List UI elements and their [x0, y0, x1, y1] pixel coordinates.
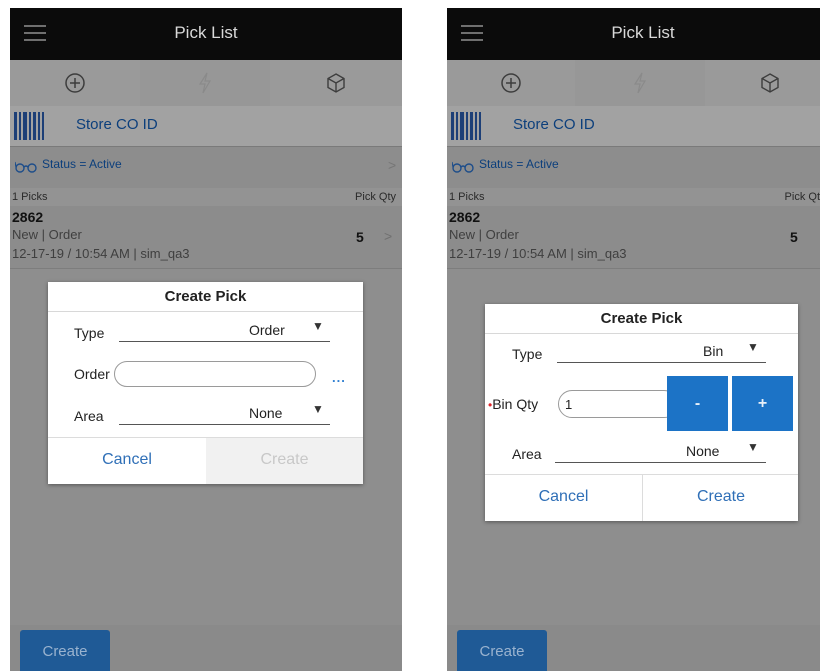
area-value: None — [249, 405, 283, 421]
bin-qty-input[interactable] — [558, 390, 678, 418]
list-header: 1 Picks Pick Qty — [10, 188, 402, 206]
action-toolbar — [10, 60, 402, 106]
area-label: Area — [74, 408, 104, 424]
area-value: None — [686, 443, 720, 459]
type-value: Bin — [703, 343, 724, 359]
create-pick-button[interactable]: Create — [457, 630, 547, 671]
more-options-icon[interactable]: ... — [332, 370, 346, 385]
increment-button[interactable]: + — [732, 376, 793, 431]
app-header: Pick List — [447, 8, 820, 60]
type-select[interactable]: Bin ▼ — [557, 340, 766, 363]
order-input[interactable] — [114, 361, 316, 387]
chevron-right-icon: > — [384, 228, 393, 244]
action-toolbar — [447, 60, 820, 106]
lightning-icon[interactable] — [140, 60, 270, 106]
glasses-icon — [452, 161, 474, 173]
app-header: Pick List — [10, 8, 402, 60]
dropdown-arrow-icon: ▼ — [312, 402, 324, 416]
list-header: 1 Picks Pick Qt — [447, 188, 820, 206]
cancel-button[interactable]: Cancel — [48, 438, 206, 484]
page-title: Pick List — [611, 23, 675, 42]
dropdown-arrow-icon: ▼ — [747, 440, 759, 454]
create-pick-dialog: Create Pick Type Order ▼ Order ... Area … — [48, 282, 363, 484]
phone-screen-right: Pick List Store CO ID Status = Active 1 … — [447, 8, 820, 671]
create-pick-dialog: Create Pick Type Bin ▼ •Bin Qty - + Area… — [485, 304, 798, 521]
dropdown-arrow-icon: ▼ — [747, 340, 759, 354]
filter-text: Status = Active — [42, 157, 122, 171]
bottom-bar: Create — [447, 625, 820, 671]
area-label: Area — [512, 446, 542, 462]
pick-qty: 5 — [356, 229, 364, 245]
qty-stepper: - + — [667, 376, 794, 431]
scan-field[interactable]: Store CO ID — [10, 106, 402, 146]
chevron-right-icon: > — [388, 157, 397, 173]
list-item[interactable]: 2862 New | Order 12-17-19 / 10:54 AM | s… — [447, 206, 820, 269]
glasses-icon — [15, 161, 37, 173]
type-value: Order — [249, 322, 285, 338]
pick-datetime: 12-17-19 / 10:54 AM | sim_qa3 — [449, 246, 627, 261]
scan-label: Store CO ID — [76, 116, 158, 133]
create-button[interactable]: Create — [206, 438, 363, 484]
dialog-buttons: Cancel Create — [48, 437, 363, 484]
barcode-icon[interactable] — [14, 112, 44, 140]
dialog-buttons: Cancel Create — [485, 474, 798, 521]
filter-row[interactable]: Status = Active — [447, 146, 820, 189]
type-select[interactable]: Order ▼ — [119, 319, 330, 342]
cube-icon[interactable] — [270, 60, 402, 106]
pick-qty-header: Pick Qt — [784, 191, 820, 203]
cancel-button[interactable]: Cancel — [485, 475, 642, 521]
plus-circle-icon[interactable] — [447, 60, 575, 106]
order-label: Order — [74, 366, 110, 382]
bin-qty-label: •Bin Qty — [488, 396, 539, 412]
pick-qty: 5 — [790, 229, 798, 245]
pick-qty-header: Pick Qty — [355, 191, 396, 203]
phone-screen-left: Pick List Store CO ID Status = Active > … — [10, 8, 402, 671]
decrement-button[interactable]: - — [667, 376, 728, 431]
list-item[interactable]: 2862 New | Order 12-17-19 / 10:54 AM | s… — [10, 206, 402, 269]
scan-field[interactable]: Store CO ID — [447, 106, 820, 146]
cube-icon[interactable] — [705, 60, 820, 106]
pick-id: 2862 — [12, 209, 44, 225]
pick-status: New | Order — [449, 227, 519, 242]
dropdown-arrow-icon: ▼ — [312, 319, 324, 333]
pick-datetime: 12-17-19 / 10:54 AM | sim_qa3 — [12, 246, 190, 261]
area-select[interactable]: None ▼ — [555, 440, 766, 463]
filter-text: Status = Active — [479, 157, 559, 171]
area-select[interactable]: None ▼ — [119, 402, 330, 425]
create-pick-button[interactable]: Create — [20, 630, 110, 671]
bottom-bar: Create — [10, 625, 402, 671]
dialog-title: Create Pick — [48, 282, 363, 312]
dialog-title: Create Pick — [485, 304, 798, 334]
lightning-icon[interactable] — [575, 60, 705, 106]
type-label: Type — [74, 325, 105, 341]
pick-id: 2862 — [449, 209, 481, 225]
pick-count: 1 Picks — [449, 191, 485, 203]
filter-row[interactable]: Status = Active > — [10, 146, 402, 189]
create-button[interactable]: Create — [642, 475, 799, 521]
type-label: Type — [512, 346, 543, 362]
pick-count: 1 Picks — [12, 191, 48, 203]
scan-label: Store CO ID — [513, 116, 595, 133]
plus-circle-icon[interactable] — [10, 60, 140, 106]
page-title: Pick List — [174, 23, 238, 42]
barcode-icon[interactable] — [451, 112, 481, 140]
pick-status: New | Order — [12, 227, 82, 242]
